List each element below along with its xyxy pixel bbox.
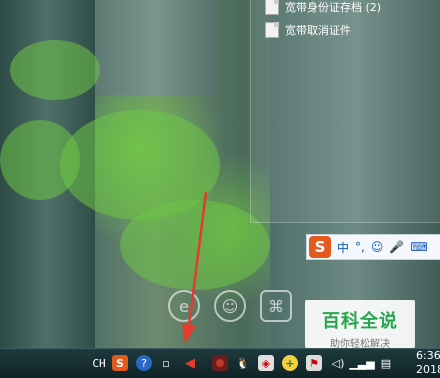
- language-indicator[interactable]: CH: [90, 355, 108, 371]
- network-signal-icon[interactable]: ▁▃▅: [349, 355, 374, 371]
- app-tray-icon[interactable]: ◈: [258, 355, 274, 371]
- red-pointer-arrow: [182, 191, 208, 344]
- arrow-head: [182, 324, 196, 344]
- record-icon[interactable]: [212, 355, 228, 371]
- help-icon[interactable]: ?: [136, 355, 152, 371]
- flag-icon[interactable]: ⚑: [306, 355, 322, 371]
- add-icon[interactable]: +: [282, 355, 298, 371]
- clock-time: 6:36: [416, 349, 440, 362]
- clipboard-icon[interactable]: ▤: [378, 355, 394, 371]
- clock-date: 2018/1: [416, 363, 440, 376]
- taskbar-clock[interactable]: 6:36 2018/1: [416, 349, 440, 377]
- arrow-shaft: [187, 191, 208, 327]
- volume-icon[interactable]: ◀: [182, 355, 198, 371]
- speaker-icon[interactable]: ◁): [330, 355, 346, 371]
- window-switch-icon[interactable]: ▫: [158, 355, 174, 371]
- qq-penguin-icon[interactable]: 🐧: [235, 355, 251, 371]
- sogou-tray-icon[interactable]: S: [112, 355, 128, 371]
